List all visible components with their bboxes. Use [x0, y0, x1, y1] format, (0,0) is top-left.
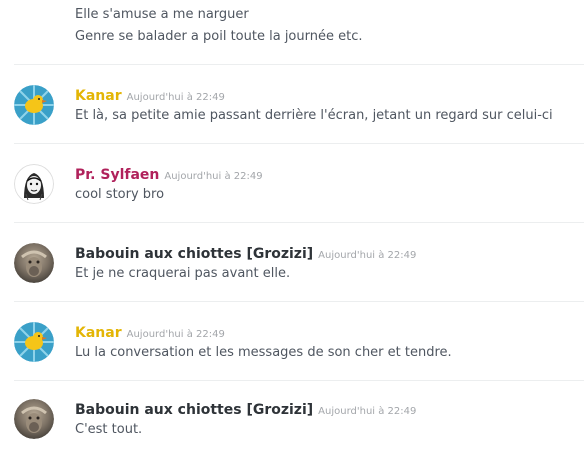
message-group: Pr. Sylfaen Aujourd'hui à 22:49 cool stor… [0, 164, 584, 224]
timestamp: Aujourd'hui à 22:49 [126, 92, 225, 103]
message-content: C'est tout. [75, 422, 143, 437]
continuation-group: Elle s'amuse a me narguer Genre se balad… [75, 4, 575, 48]
message-group: Babouin aux chiottes [Grozizi] Aujourd'hu… [0, 243, 584, 303]
yellow-duck-sunburst-icon [14, 85, 54, 125]
chat-message-list: Elle s'amuse a me narguer Genre se balad… [0, 0, 584, 456]
avatar[interactable] [14, 399, 54, 439]
timestamp: Aujourd'hui à 22:49 [318, 406, 417, 417]
username[interactable]: Babouin aux chiottes [Grozizi] [75, 246, 313, 262]
message-line: Genre se balader a poil toute la journée… [75, 29, 363, 44]
message-header: Kanar Aujourd'hui à 22:49 [75, 85, 225, 104]
timestamp: Aujourd'hui à 22:49 [318, 250, 417, 261]
message-content: Lu la conversation et les messages de so… [75, 345, 452, 360]
message-group: Kanar Aujourd'hui à 22:49 Lu la conversat… [0, 322, 584, 382]
username[interactable]: Pr. Sylfaen [75, 167, 159, 183]
message-group: Babouin aux chiottes [Grozizi] Aujourd'hu… [0, 399, 584, 459]
message-header: Babouin aux chiottes [Grozizi] Aujourd'hu… [75, 399, 417, 418]
avatar[interactable] [14, 243, 54, 283]
baboon-photo-icon [14, 243, 54, 283]
message-divider [14, 64, 584, 65]
username[interactable]: Babouin aux chiottes [Grozizi] [75, 402, 313, 418]
message-header: Babouin aux chiottes [Grozizi] Aujourd'hu… [75, 243, 417, 262]
baboon-photo-icon [14, 399, 54, 439]
message-line: Elle s'amuse a me narguer [75, 7, 249, 22]
timestamp: Aujourd'hui à 22:49 [126, 329, 225, 340]
avatar[interactable] [14, 85, 54, 125]
message-divider [14, 380, 584, 381]
message-divider [14, 222, 584, 223]
message-header: Kanar Aujourd'hui à 22:49 [75, 322, 225, 341]
avatar[interactable] [14, 322, 54, 362]
yellow-duck-sunburst-icon [14, 322, 54, 362]
message-content: Et je ne craquerai pas avant elle. [75, 266, 291, 281]
avatar[interactable] [14, 164, 54, 204]
username[interactable]: Kanar [75, 88, 122, 104]
username[interactable]: Kanar [75, 325, 122, 341]
message-divider [14, 301, 584, 302]
timestamp: Aujourd'hui à 22:49 [164, 171, 263, 182]
message-header: Pr. Sylfaen Aujourd'hui à 22:49 [75, 164, 263, 183]
sketch-portrait-icon [14, 164, 54, 204]
message-group: Kanar Aujourd'hui à 22:49 Et là, sa petit… [0, 85, 584, 145]
message-content: Et là, sa petite amie passant derrière l… [75, 108, 553, 123]
message-divider [14, 143, 584, 144]
message-content: cool story bro [75, 187, 165, 202]
